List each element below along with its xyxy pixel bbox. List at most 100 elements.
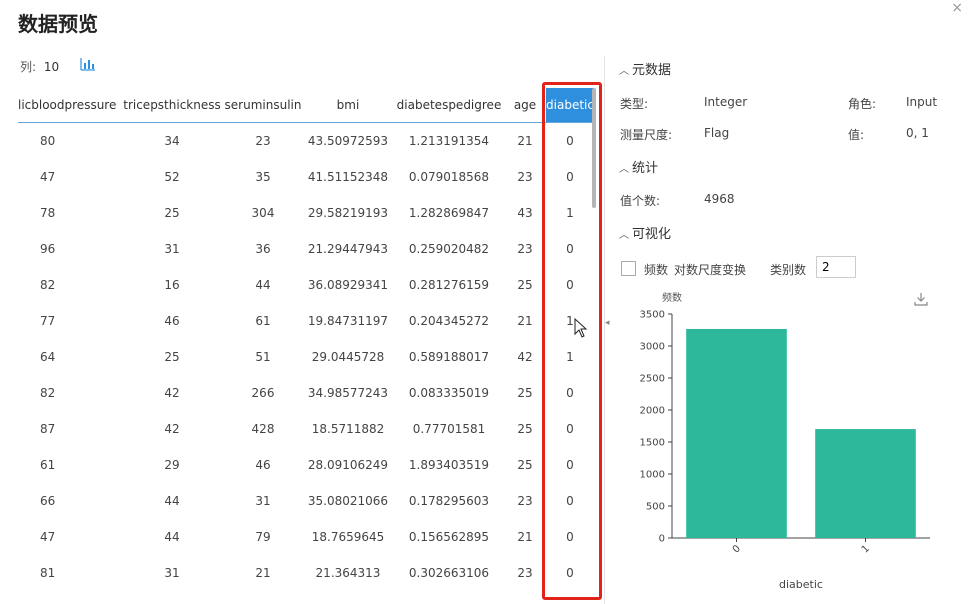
table-cell: 25 <box>164 206 180 220</box>
data-table: licbloodpressure tricepsthickness serumins… <box>18 88 594 591</box>
table-cell: 0 <box>566 170 574 184</box>
log-scale-checkbox[interactable] <box>621 261 636 276</box>
table-row: 96 31 36 21.29447943 0.259020482 23 0 <box>18 231 594 267</box>
close-icon[interactable]: × <box>951 0 963 16</box>
column-header-seruminsulin[interactable]: seruminsulin <box>224 88 302 123</box>
table-cell: 1 <box>566 206 574 220</box>
visual-heading: 可视化 <box>632 227 672 242</box>
data-table-container[interactable]: licbloodpressure tricepsthickness serumins… <box>18 88 598 604</box>
table-cell: 52 <box>164 170 180 184</box>
role-value: Input <box>906 95 938 109</box>
y-tick-label: 500 <box>646 502 665 513</box>
table-cell: 31 <box>255 494 271 508</box>
bar-chart-icon[interactable] <box>80 57 96 71</box>
column-header-diabetespedigree[interactable]: diabetespedigree <box>394 88 504 123</box>
values-value: 0, 1 <box>906 126 929 140</box>
table-row: 61 29 46 28.09106249 1.893403519 25 0 <box>18 447 594 483</box>
y-tick-label: 1500 <box>640 438 665 449</box>
table-cell: 42 <box>517 350 533 364</box>
table-cell: 42 <box>164 422 180 436</box>
table-row: 80 34 23 43.50972593 1.213191354 21 0 <box>18 123 594 160</box>
table-cell: 41.51152348 <box>307 170 389 184</box>
table-cell: 46 <box>255 458 271 472</box>
column-header-diabetic[interactable]: diabetic <box>546 88 594 123</box>
table-scrollbar[interactable] <box>592 88 596 208</box>
y-tick-label: 2000 <box>640 406 665 417</box>
table-cell: 42 <box>164 386 180 400</box>
panel-divider <box>604 56 605 604</box>
table-cell: 25 <box>517 386 533 400</box>
table-cell: 21.364313 <box>315 566 381 580</box>
table-cell: 21 <box>517 314 533 328</box>
count-label: 值个数: <box>620 194 661 208</box>
table-header-row: licbloodpressure tricepsthickness serumins… <box>18 88 594 123</box>
stats-heading: 统计 <box>632 161 659 176</box>
table-cell: 44 <box>164 494 180 508</box>
table-row: 87 42 428 18.5711882 0.77701581 25 0 <box>18 411 594 447</box>
bar-1 <box>815 429 916 538</box>
table-cell: 0.589188017 <box>408 350 490 364</box>
table-cell: 35.08021066 <box>307 494 389 508</box>
stats-section-toggle[interactable]: ︿ 统计 <box>619 157 658 176</box>
table-cell: 36 <box>255 242 271 256</box>
table-cell: 0.083335019 <box>408 386 490 400</box>
metadata-section-toggle[interactable]: ︿ 元数据 <box>619 59 671 78</box>
table-cell: 66 <box>40 494 56 508</box>
table-cell: 78 <box>40 206 56 220</box>
table-cell: 25 <box>517 422 533 436</box>
visual-section-toggle[interactable]: ︿ 可视化 <box>619 223 671 242</box>
measure-value: Flag <box>704 126 730 140</box>
histogram-chart: 0 500 1000 1500 2000 2500 3000 3500 0 1 diabetic <box>640 310 930 591</box>
column-header-bmi[interactable]: bmi <box>302 88 394 123</box>
table-cell: 29.58219193 <box>307 206 389 220</box>
values-label: 值: <box>848 128 865 142</box>
table-row: 82 42 266 34.98577243 0.083335019 25 0 <box>18 375 594 411</box>
y-tick-label: 0 <box>659 534 665 545</box>
bins-input[interactable] <box>816 256 856 278</box>
y-tick-label: 3000 <box>640 342 665 353</box>
table-cell: 34 <box>164 134 180 148</box>
table-row: 78 25 304 29.58219193 1.282869847 43 1 <box>18 195 594 231</box>
table-cell: 35 <box>255 170 271 184</box>
table-cell: 0 <box>566 242 574 256</box>
table-cell: 23 <box>517 566 533 580</box>
collapse-arrow-icon[interactable]: ◂ <box>605 318 610 328</box>
table-cell: 79 <box>255 530 271 544</box>
table-cell: 61 <box>255 314 271 328</box>
y-tick-label: 3500 <box>640 310 665 321</box>
chevron-up-icon: ︿ <box>619 164 629 175</box>
table-cell: 0 <box>566 386 574 400</box>
column-count: 列: 10 <box>20 58 59 75</box>
chevron-up-icon: ︿ <box>619 230 629 241</box>
table-cell: 25 <box>164 350 180 364</box>
column-header-tricepsthickness[interactable]: tricepsthickness <box>120 88 224 123</box>
table-cell: 81 <box>40 566 56 580</box>
table-cell: 21 <box>517 134 533 148</box>
table-cell: 266 <box>251 386 275 400</box>
table-row: 64 25 51 29.0445728 0.589188017 42 1 <box>18 339 594 375</box>
table-cell: 16 <box>164 278 180 292</box>
table-cell: 25 <box>517 278 533 292</box>
table-cell: 0.079018568 <box>408 170 490 184</box>
table-cell: 0 <box>566 278 574 292</box>
table-row: 77 46 61 19.84731197 0.204345272 21 1 <box>18 303 594 339</box>
table-cell: 19.84731197 <box>307 314 389 328</box>
table-row: 82 16 44 36.08929341 0.281276159 25 0 <box>18 267 594 303</box>
table-cell: 0 <box>566 494 574 508</box>
table-cell: 18.7659645 <box>311 530 385 544</box>
table-row: 47 44 79 18.7659645 0.156562895 21 0 <box>18 519 594 555</box>
table-cell: 0 <box>566 566 574 580</box>
bins-label: 类别数 <box>770 263 807 277</box>
table-cell: 28.09106249 <box>307 458 389 472</box>
table-cell: 36.08929341 <box>307 278 389 292</box>
table-cell: 43.50972593 <box>307 134 389 148</box>
mouse-cursor-icon <box>574 318 588 338</box>
table-cell: 0 <box>566 134 574 148</box>
table-cell: 1 <box>566 350 574 364</box>
table-cell: 0.259020482 <box>408 242 490 256</box>
table-cell: 25 <box>517 458 533 472</box>
column-header-licbloodpressure[interactable]: licbloodpressure <box>18 88 120 123</box>
column-header-age[interactable]: age <box>504 88 546 123</box>
bar-0 <box>686 328 787 538</box>
table-row: 81 31 21 21.364313 0.302663106 23 0 <box>18 555 594 591</box>
